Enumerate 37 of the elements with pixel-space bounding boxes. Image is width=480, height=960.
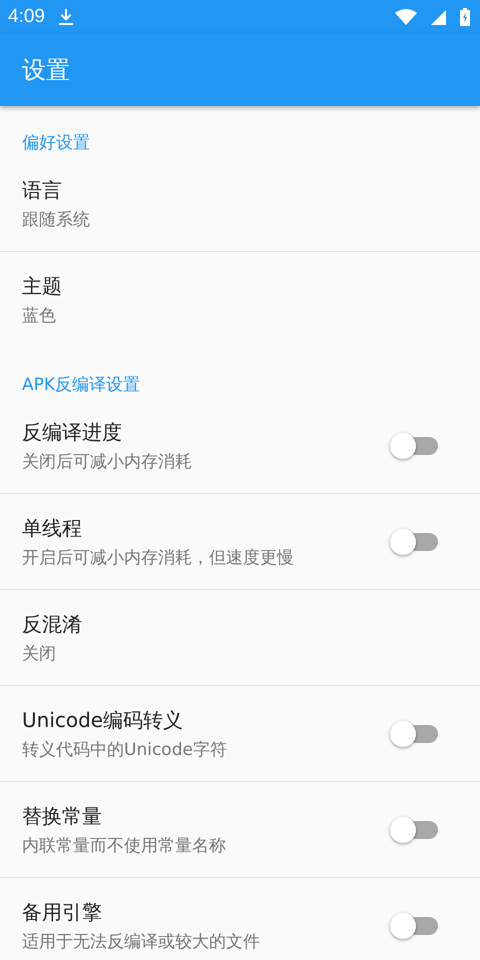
toggle-switch[interactable] (390, 720, 440, 748)
settings-item[interactable]: 备用引擎 适用于无法反编译或较大的文件 (0, 878, 480, 960)
settings-item[interactable]: 主题 蓝色 (0, 252, 480, 348)
setting-summary: 内联常量而不使用常量名称 (22, 834, 227, 856)
settings-item[interactable]: 语言 跟随系统 (0, 156, 480, 252)
setting-summary: 适用于无法反编译或较大的文件 (22, 931, 261, 953)
settings-item[interactable]: Unicode编码转义 转义代码中的Unicode字符 (0, 686, 480, 782)
setting-title: 单线程 (22, 514, 83, 542)
setting-title: 反编译进度 (22, 418, 123, 446)
settings-item[interactable]: 反混淆 关闭 (0, 590, 480, 686)
battery-icon (460, 8, 470, 26)
settings-item[interactable]: 单线程 开启后可减小内存消耗，但速度更慢 (0, 494, 480, 590)
app-bar-title: 设置 (22, 55, 70, 86)
setting-title: 反混淆 (22, 610, 83, 638)
settings-item[interactable]: 替换常量 内联常量而不使用常量名称 (0, 782, 480, 878)
download-icon (58, 9, 73, 25)
setting-summary: 蓝色 (22, 305, 57, 327)
wifi-icon (395, 9, 417, 25)
setting-summary: 跟随系统 (22, 208, 91, 230)
signal-icon (431, 10, 446, 24)
setting-title: 语言 (22, 176, 63, 204)
setting-title: 备用引擎 (22, 899, 103, 926)
setting-title: Unicode编码转义 (22, 706, 184, 734)
setting-title: 替换常量 (22, 802, 103, 830)
setting-summary: 开启后可减小内存消耗，但速度更慢 (22, 546, 295, 568)
status-time: 4:09 (8, 6, 45, 28)
setting-summary: 关闭 (22, 642, 57, 664)
section-header: 偏好设置 (21, 132, 91, 155)
setting-title: 主题 (22, 273, 63, 300)
setting-summary: 转义代码中的Unicode字符 (22, 738, 228, 760)
settings-item[interactable]: 反编译进度 关闭后可减小内存消耗 (0, 398, 480, 494)
toggle-switch[interactable] (390, 912, 440, 940)
toggle-switch[interactable] (390, 528, 440, 556)
section-header: APK反编译设置 (21, 374, 142, 397)
setting-summary: 关闭后可减小内存消耗 (22, 450, 193, 472)
toggle-switch[interactable] (390, 432, 440, 460)
toggle-switch[interactable] (390, 816, 440, 844)
